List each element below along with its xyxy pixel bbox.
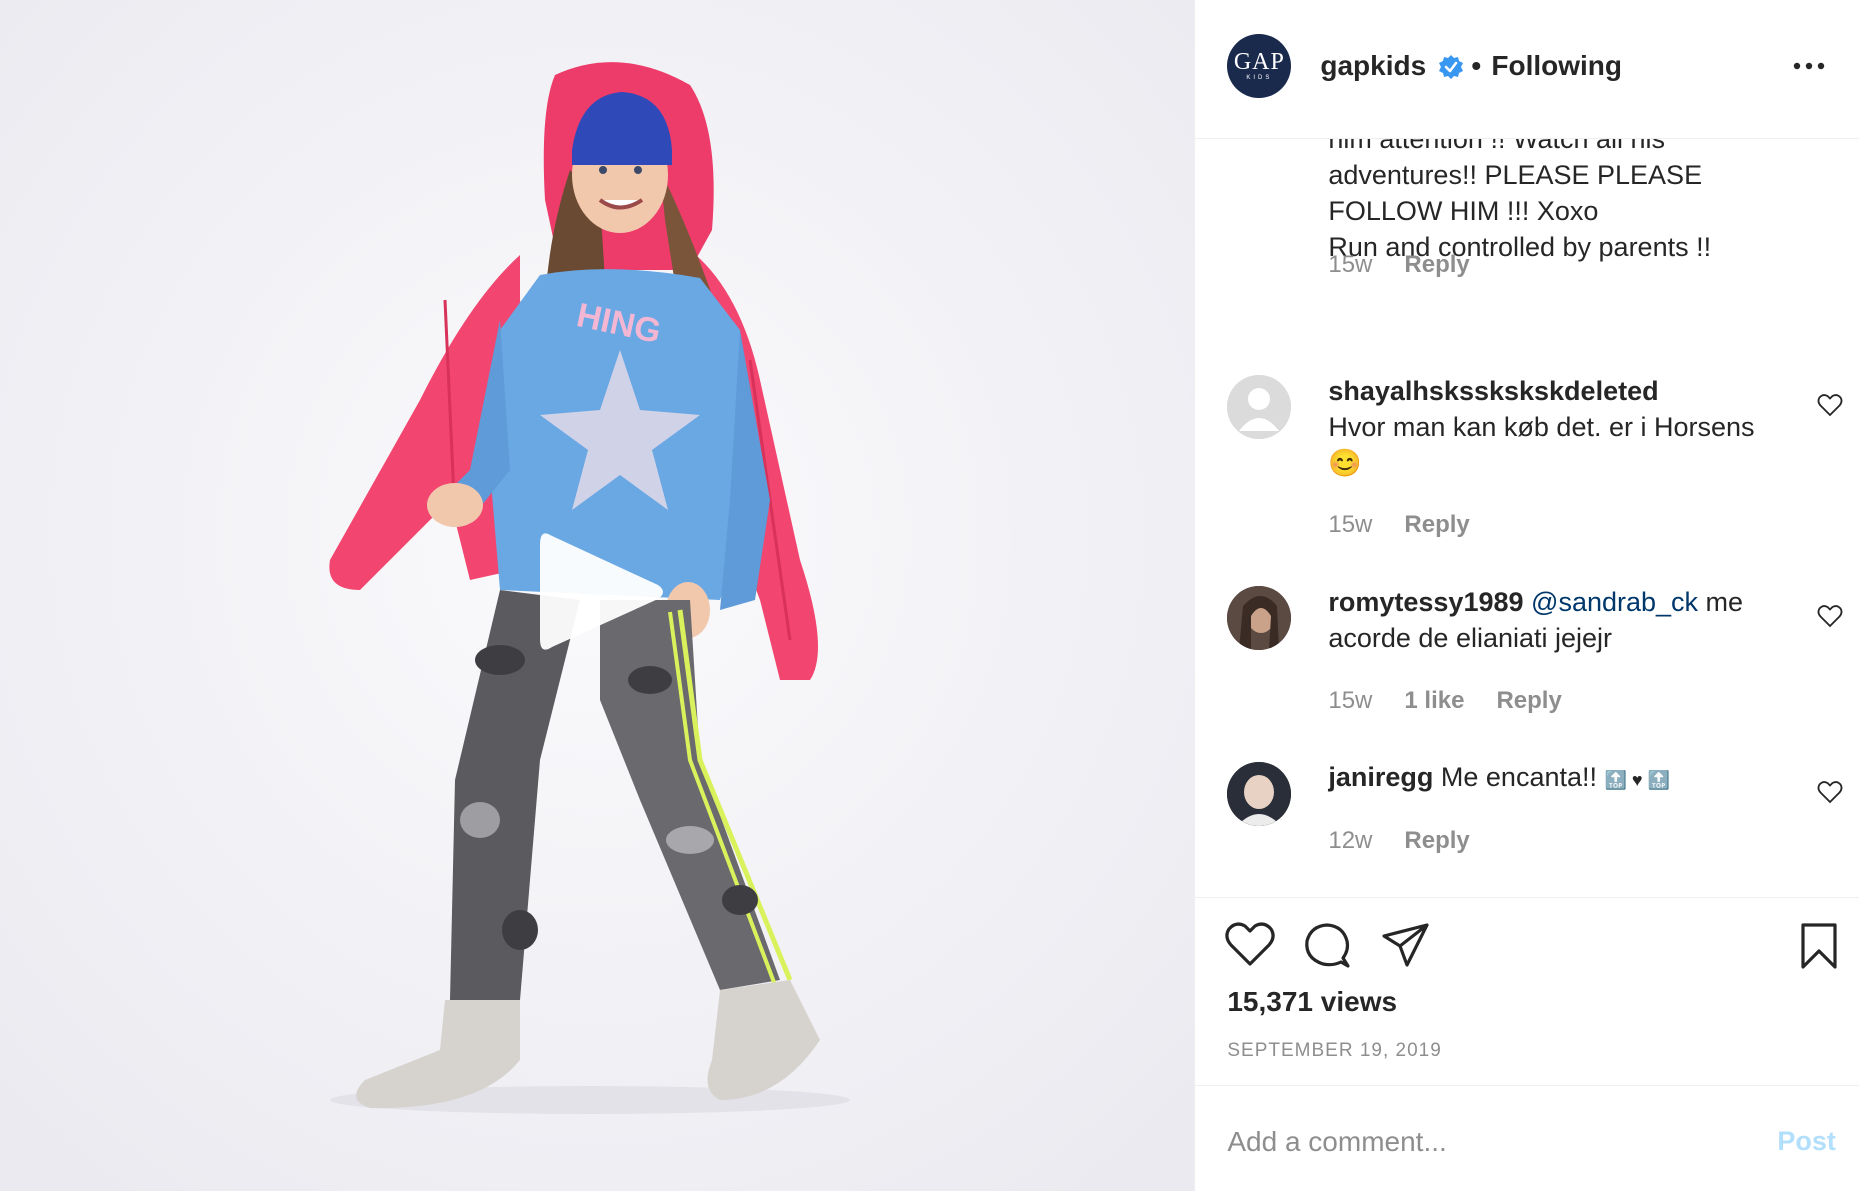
comment-body: Me encanta!! [1440,762,1597,792]
comment-line: adventures!! PLEASE PLEASE [1328,160,1703,190]
comment-body: acorde de elianiati jejejr [1328,623,1613,653]
heart-icon[interactable] [1817,780,1843,804]
comment-username[interactable]: janiregg [1328,762,1433,792]
comment-emoji: 🔝 ♥ 🔝 [1604,770,1671,790]
avatar[interactable]: GAP KIDS [1227,34,1292,98]
play-icon[interactable] [540,527,665,657]
avatar[interactable] [1227,375,1292,439]
user-photo [1227,762,1292,826]
user-photo [1227,586,1292,650]
instagram-post-view: HING GAP KIDS gapkids • Following him at… [0,0,1859,1191]
comment-meta: 15w Reply [1328,251,1469,279]
post-actions: 15,371 views SEPTEMBER 19, 2019 [1195,897,1859,1061]
comment-time[interactable]: 15w [1328,687,1372,715]
following-button[interactable]: Following [1491,50,1622,82]
comment-text: him attention !! Watch all his adventure… [1328,139,1711,265]
reply-button[interactable]: Reply [1404,827,1469,855]
post-header: GAP KIDS gapkids • Following [1195,0,1859,139]
bookmark-icon[interactable] [1799,922,1839,970]
comment-line: him attention !! Watch all his [1328,139,1666,154]
reply-button[interactable]: Reply [1404,511,1469,539]
heart-icon[interactable] [1817,393,1843,417]
comment-time[interactable]: 15w [1328,511,1372,539]
comment-time[interactable]: 15w [1328,251,1372,279]
comments-list[interactable]: him attention !! Watch all his adventure… [1195,139,1859,897]
views-count[interactable]: 15,371 views [1227,986,1397,1018]
comment-composer: Add a comment... Post [1195,1085,1859,1192]
comment-username[interactable]: romytessy1989 [1328,587,1523,617]
mention-link[interactable]: @sandrab_ck [1531,587,1698,617]
post-date[interactable]: SEPTEMBER 19, 2019 [1227,1040,1441,1062]
comment-input[interactable]: Add a comment... [1227,1126,1446,1158]
comment-text: janiregg Me encanta!! 🔝 ♥ 🔝 [1328,759,1670,798]
more-icon[interactable] [1791,56,1827,76]
post-username[interactable]: gapkids [1320,50,1426,82]
comment-meta: 15w 1 like Reply [1328,687,1561,715]
post-video[interactable]: HING [0,0,1195,1191]
comment-text: shayalhsksskskskdeleted Hvor man kan køb… [1328,373,1754,481]
default-avatar-icon [1227,375,1292,439]
avatar[interactable] [1227,762,1292,826]
post-button[interactable]: Post [1777,1126,1836,1157]
avatar-logo: GAP [1233,49,1285,75]
avatar[interactable] [1227,586,1292,650]
comment-username[interactable]: shayalhsksskskskdeleted [1328,376,1658,406]
comment-text: romytessy1989 @sandrab_ck me acorde de e… [1328,584,1743,656]
reply-button[interactable]: Reply [1404,251,1469,279]
comment-emoji: 😊 [1328,448,1362,478]
comment-icon[interactable] [1303,922,1351,970]
reply-button[interactable]: Reply [1496,687,1561,715]
share-icon[interactable] [1381,922,1431,968]
heart-icon[interactable] [1225,922,1276,968]
comment-body: Hvor man kan køb det. er i Horsens [1328,412,1755,442]
likes-count[interactable]: 1 like [1404,687,1464,715]
avatar-sub: KIDS [1246,75,1273,81]
comment-meta: 15w Reply [1328,511,1469,539]
comment-line: FOLLOW HIM !!! Xoxo [1328,196,1599,226]
comment-body: me [1705,587,1744,617]
heart-icon[interactable] [1817,604,1843,628]
comment-time[interactable]: 12w [1328,827,1372,855]
post-side-panel: GAP KIDS gapkids • Following him attenti… [1194,0,1859,1191]
comment-meta: 12w Reply [1328,827,1469,855]
separator-dot: • [1471,50,1482,81]
verified-icon [1439,55,1464,79]
